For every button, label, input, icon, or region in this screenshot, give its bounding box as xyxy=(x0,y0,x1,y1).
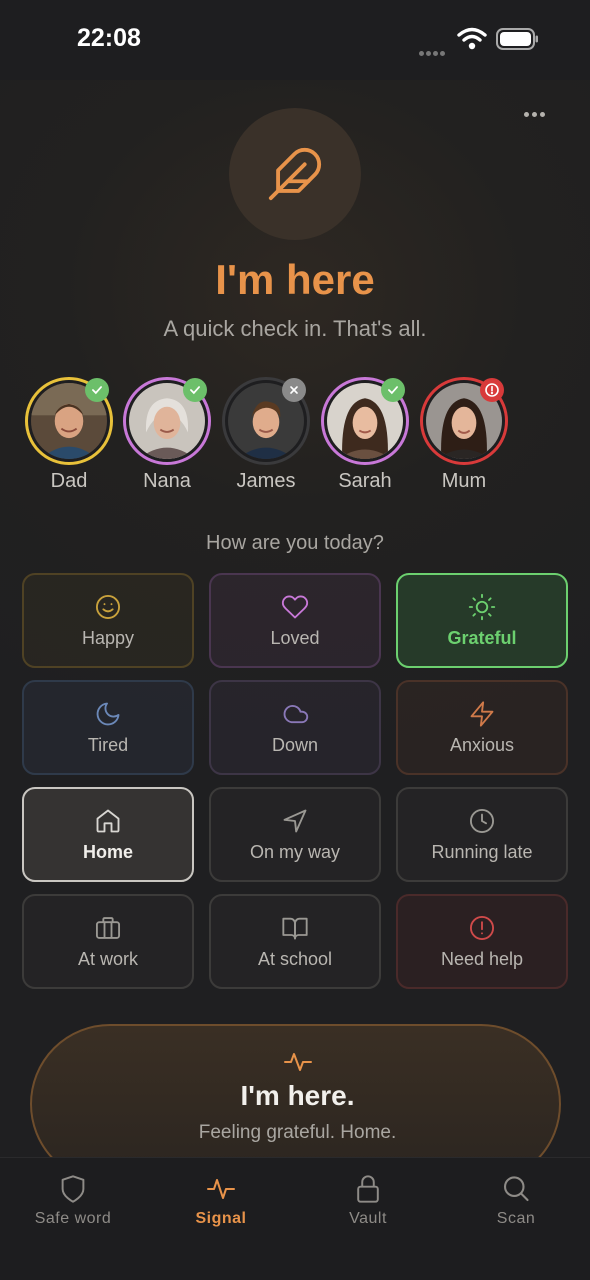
alert-icon xyxy=(480,378,504,402)
mood-on-my-way[interactable]: On my way xyxy=(209,787,381,882)
mood-label: Running late xyxy=(431,841,533,862)
mood-label: Happy xyxy=(81,627,135,648)
mood-grateful[interactable]: Grateful xyxy=(396,573,568,668)
cta-subtitle: Feeling grateful. Home. xyxy=(198,1122,397,1143)
tab-safe-word[interactable]: Safe word xyxy=(13,1174,133,1244)
shield-icon xyxy=(61,1175,85,1203)
wifi-icon xyxy=(457,27,487,50)
tab-label: Vault xyxy=(349,1210,387,1227)
signal-screen: I'm here A quick check in. That's all. D… xyxy=(0,80,590,1157)
mood-label: Need help xyxy=(440,948,524,969)
check-icon xyxy=(381,378,405,402)
clock-icon xyxy=(469,808,495,833)
contact-name: James xyxy=(236,470,296,492)
mood-label: On my way xyxy=(249,841,341,862)
mood-at-work[interactable]: At work xyxy=(22,894,194,989)
activity-icon xyxy=(207,1179,235,1199)
alert-circle-icon xyxy=(469,915,495,940)
hero-icon-circle xyxy=(229,108,361,240)
tab-bar: Safe word Signal Vault Scan xyxy=(0,1157,590,1280)
home-icon xyxy=(96,809,120,832)
mood-at-school[interactable]: At school xyxy=(209,894,381,989)
status-bar: 22:08 xyxy=(0,0,590,80)
tab-scan[interactable]: Scan xyxy=(456,1174,576,1244)
contact-dad[interactable]: Dad xyxy=(19,376,119,496)
lock-icon xyxy=(357,1175,379,1203)
mood-need-help[interactable]: Need help xyxy=(396,894,568,989)
navigation-icon xyxy=(283,809,307,832)
mood-label: At work xyxy=(77,948,138,969)
hero-subtitle: A quick check in. That's all. xyxy=(163,316,427,341)
tab-signal[interactable]: Signal xyxy=(161,1174,281,1244)
close-icon xyxy=(282,378,306,402)
zap-icon xyxy=(470,700,494,727)
battery-icon xyxy=(496,28,538,50)
send-signal-button[interactable]: I'm here. Feeling grateful. Home. xyxy=(30,1024,561,1157)
contacts-row: Dad Nana James Sarah Mum xyxy=(0,376,590,496)
more-options-button[interactable] xyxy=(524,104,560,126)
mood-running-late[interactable]: Running late xyxy=(396,787,568,882)
contact-sarah[interactable]: Sarah xyxy=(315,376,415,496)
mood-label: Loved xyxy=(270,627,320,648)
cloud-icon xyxy=(283,704,309,723)
contact-name: Dad xyxy=(50,470,88,492)
mood-loved[interactable]: Loved xyxy=(209,573,381,668)
contact-mum[interactable]: Mum xyxy=(414,376,514,496)
moon-icon xyxy=(96,702,120,725)
mood-label: Home xyxy=(82,841,133,862)
mood-happy[interactable]: Happy xyxy=(22,573,194,668)
search-icon xyxy=(503,1176,529,1201)
mood-home[interactable]: Home xyxy=(22,787,194,882)
mood-question: How are you today? xyxy=(206,532,384,554)
mood-label: At school xyxy=(257,948,333,969)
mood-label: Anxious xyxy=(449,734,515,755)
contact-name: Sarah xyxy=(338,470,392,492)
tab-label: Scan xyxy=(496,1210,536,1227)
sun-icon xyxy=(468,593,496,620)
mood-anxious[interactable]: Anxious xyxy=(396,680,568,775)
mood-down[interactable]: Down xyxy=(209,680,381,775)
contact-name: Mum xyxy=(441,470,487,492)
activity-icon xyxy=(284,1053,312,1071)
contact-name: Nana xyxy=(143,470,191,492)
smile-icon xyxy=(95,594,121,619)
signal-icon xyxy=(419,43,451,56)
status-time: 22:08 xyxy=(77,24,141,52)
mood-label: Down xyxy=(271,734,319,755)
contact-nana[interactable]: Nana xyxy=(117,376,217,496)
check-icon xyxy=(85,378,109,402)
tab-label: Signal xyxy=(195,1210,247,1227)
mood-label: Tired xyxy=(87,734,129,755)
book-icon xyxy=(282,917,308,939)
mood-label: Grateful xyxy=(447,627,517,648)
feather-icon xyxy=(268,147,322,201)
cta-title: I'm here. xyxy=(240,1080,355,1111)
tab-vault[interactable]: Vault xyxy=(308,1174,428,1244)
heart-icon xyxy=(281,595,309,618)
check-icon xyxy=(183,378,207,402)
hero-title: I'm here xyxy=(215,256,375,303)
briefcase-icon xyxy=(95,916,121,939)
mood-tired[interactable]: Tired xyxy=(22,680,194,775)
tab-label: Safe word xyxy=(34,1210,112,1227)
contact-james[interactable]: James xyxy=(216,376,316,496)
